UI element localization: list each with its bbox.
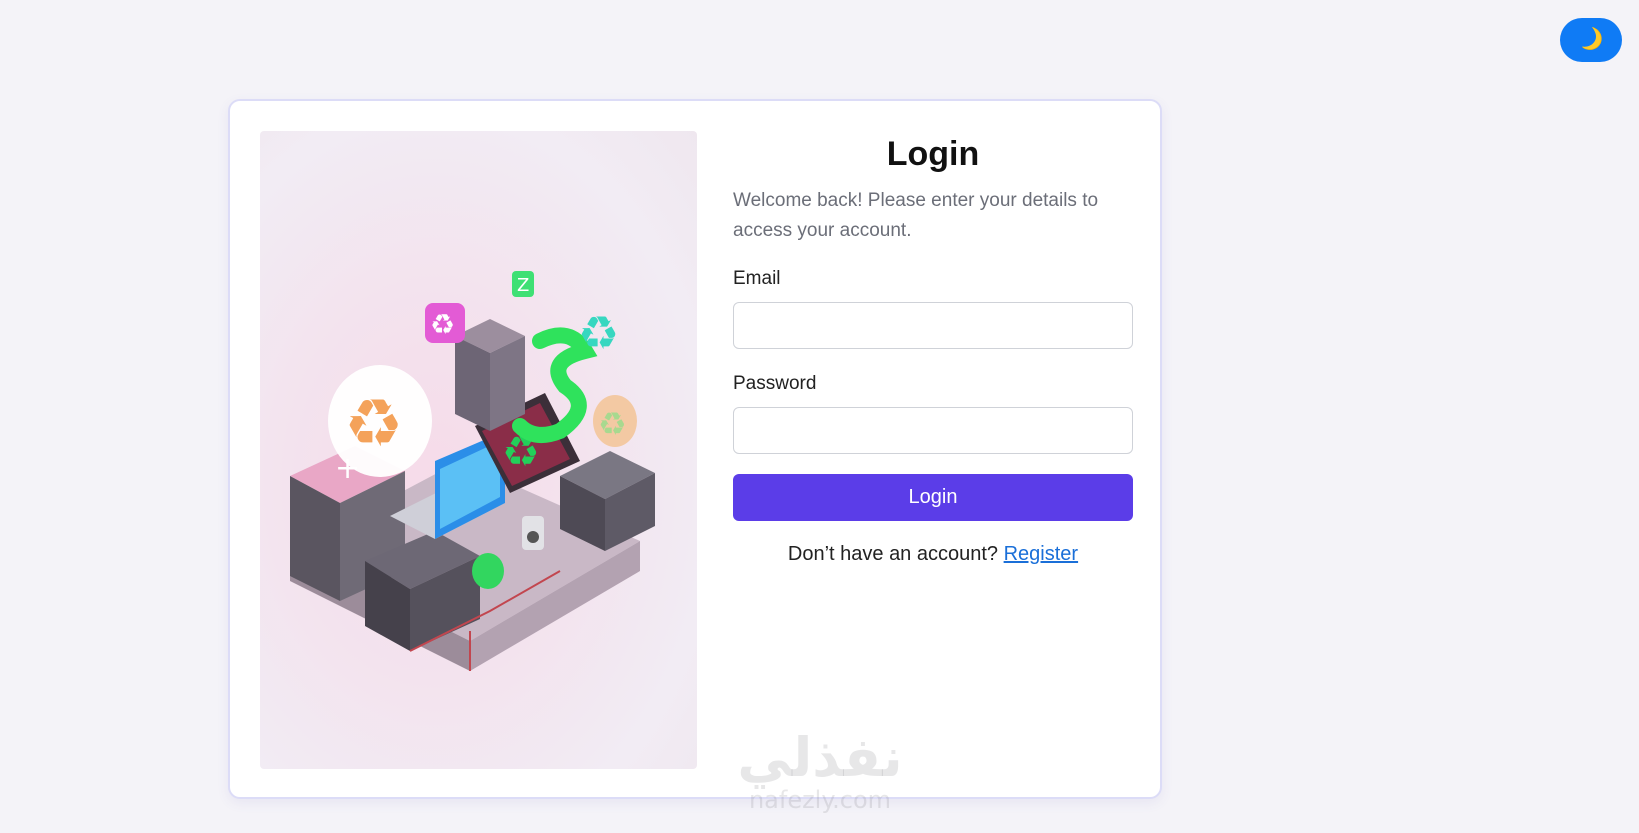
no-account-text: Don’t have an account? [787, 543, 999, 565]
password-label: Password [733, 373, 817, 394]
svg-text:♻: ♻ [430, 308, 455, 341]
register-link[interactable]: Register [1004, 543, 1078, 565]
login-card: + ♻ ♻ ♻ Z ♻ ♻ Login Welcome back! Please… [228, 99, 1162, 799]
login-form: Login Welcome back! Please enter your de… [733, 131, 1133, 566]
login-button[interactable]: Login [733, 474, 1133, 521]
svg-text:Z: Z [517, 275, 529, 296]
watermark-latin: nafezly.com [748, 786, 892, 814]
illustration-svg: + ♻ ♻ ♻ Z ♻ ♻ [290, 271, 655, 671]
email-label: Email [733, 268, 781, 289]
login-subtitle: Welcome back! Please enter your details … [733, 190, 1099, 241]
watermark: نفذلي nafezly.com [720, 726, 920, 814]
recycling-illustration: + ♻ ♻ ♻ Z ♻ ♻ [260, 131, 697, 769]
password-field[interactable] [733, 407, 1133, 454]
svg-text:♻: ♻ [578, 306, 619, 360]
theme-toggle-button[interactable]: 🌙 [1560, 18, 1622, 62]
page-title: Login [886, 135, 980, 173]
moon-icon: 🌙 [1575, 25, 1607, 55]
svg-text:♻: ♻ [344, 385, 403, 462]
register-prompt: Don’t have an account? Register [733, 543, 1133, 566]
watermark-arabic: نفذلي [737, 726, 903, 789]
email-field[interactable] [733, 302, 1133, 349]
svg-text:♻: ♻ [598, 405, 627, 443]
